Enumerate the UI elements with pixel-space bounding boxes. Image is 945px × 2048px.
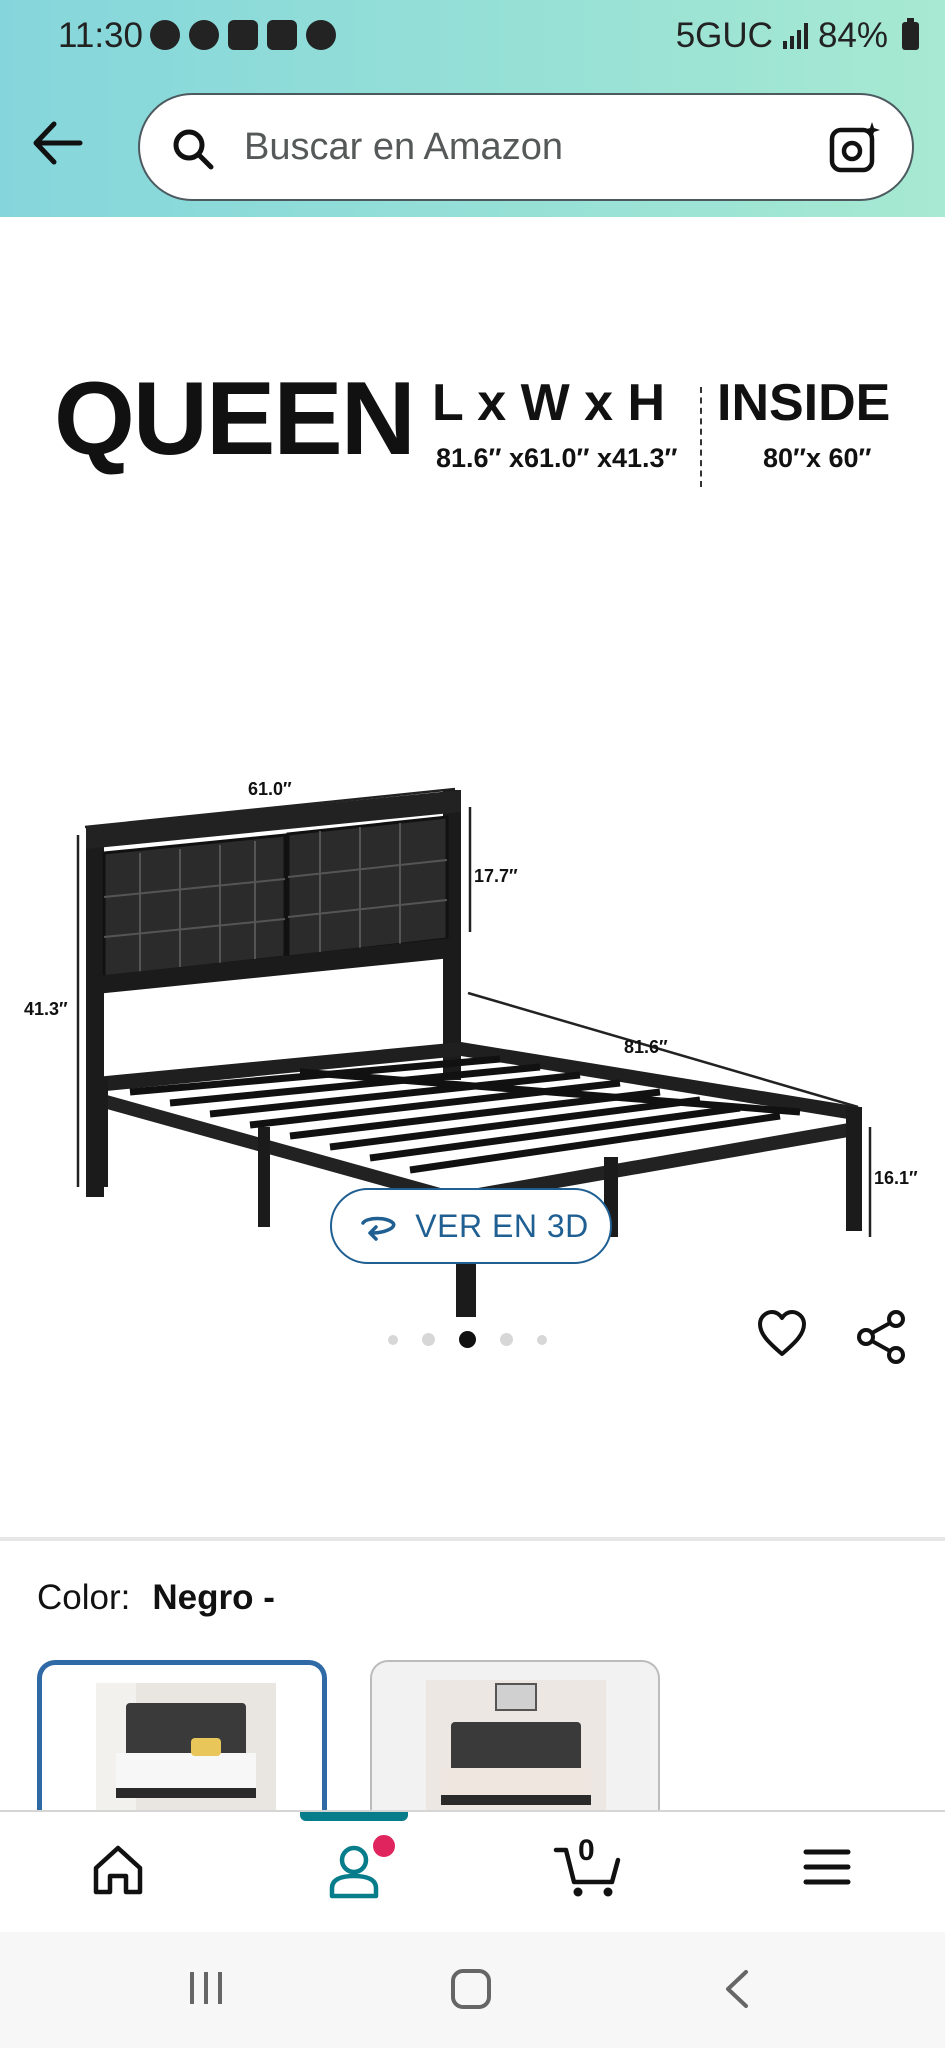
inside-value: 80″x 60″: [763, 443, 872, 473]
rotate-3d-icon: [361, 1216, 396, 1241]
notification-badge: [370, 1832, 398, 1860]
product-image-carousel[interactable]: QUEEN L x W x H 81.6″ x61.0″ x41.3″ INSI…: [0, 217, 945, 1527]
signal-icon: [782, 23, 808, 49]
status-time: 11:30: [58, 16, 143, 55]
network-label: 5GUC: [675, 16, 773, 55]
inside-label: INSIDE: [717, 374, 891, 432]
bottom-navigation: 0: [0, 1810, 945, 1934]
swatch-thumbnail-image: [96, 1683, 276, 1810]
section-divider: [0, 1537, 945, 1541]
back-button-icon[interactable]: [722, 1968, 752, 2010]
home-button-icon[interactable]: [450, 1968, 492, 2010]
battery-icon: [902, 18, 919, 50]
app-notification-icon: [306, 20, 336, 50]
status-right: 5GUC 84%: [676, 16, 919, 56]
camera-search-icon[interactable]: [828, 120, 884, 176]
clearance-label: 16.1″: [874, 1168, 918, 1188]
share-icon[interactable]: [854, 1309, 910, 1365]
dimensions-value: 81.6″ x61.0″ x41.3″: [436, 443, 678, 473]
cart-count: 0: [578, 1834, 595, 1867]
back-arrow-icon[interactable]: [28, 118, 88, 168]
carousel-dot[interactable]: [537, 1334, 547, 1345]
view-in-3d-button[interactable]: VER EN 3D: [330, 1188, 612, 1264]
search-icon: [173, 129, 214, 170]
gmail-icon: [228, 20, 258, 50]
search-placeholder: Buscar en Amazon: [244, 126, 563, 168]
width-dimension-label: 61.0″: [248, 779, 292, 799]
home-icon[interactable]: [90, 1842, 146, 1898]
notification-icons: [150, 20, 336, 50]
swatch-thumbnail-image: [426, 1680, 606, 1810]
system-navigation-bar: [0, 1932, 945, 2048]
size-title: QUEEN: [54, 361, 416, 477]
active-tab-indicator: [300, 1812, 408, 1821]
carousel-dot[interactable]: [500, 1333, 513, 1346]
color-variation-row: Color: Negro -: [37, 1578, 275, 1618]
status-bar: 11:30 5GUC 84%: [0, 0, 945, 74]
dimensions-label: L x W x H: [432, 374, 666, 432]
snapchat-icon: [189, 20, 219, 50]
menu-icon[interactable]: [802, 1842, 852, 1892]
color-swatch-selected[interactable]: [37, 1660, 327, 1810]
headboard-height-label: 17.7″: [474, 866, 518, 886]
recent-apps-icon[interactable]: [186, 1968, 226, 2008]
carousel-dot[interactable]: [388, 1334, 398, 1345]
gallery-icon: [267, 20, 297, 50]
carousel-dots[interactable]: [388, 1331, 547, 1348]
search-bar[interactable]: Buscar en Amazon: [138, 93, 914, 201]
color-swatch-option[interactable]: [370, 1660, 660, 1810]
color-label: Color:: [37, 1578, 131, 1617]
top-header: 11:30 5GUC 84% Buscar en Amazon: [0, 0, 945, 217]
heart-icon[interactable]: [756, 1310, 808, 1358]
carousel-dot[interactable]: [422, 1333, 435, 1346]
whatsapp-icon: [150, 20, 180, 50]
total-height-label: 41.3″: [24, 999, 68, 1019]
spec-divider: [700, 387, 702, 487]
view-in-3d-label: VER EN 3D: [415, 1207, 589, 1244]
carousel-dot-active[interactable]: [459, 1331, 476, 1348]
length-dimension-label: 81.6″: [624, 1037, 668, 1057]
color-value: Negro -: [152, 1578, 275, 1617]
battery-percent: 84%: [817, 16, 888, 55]
